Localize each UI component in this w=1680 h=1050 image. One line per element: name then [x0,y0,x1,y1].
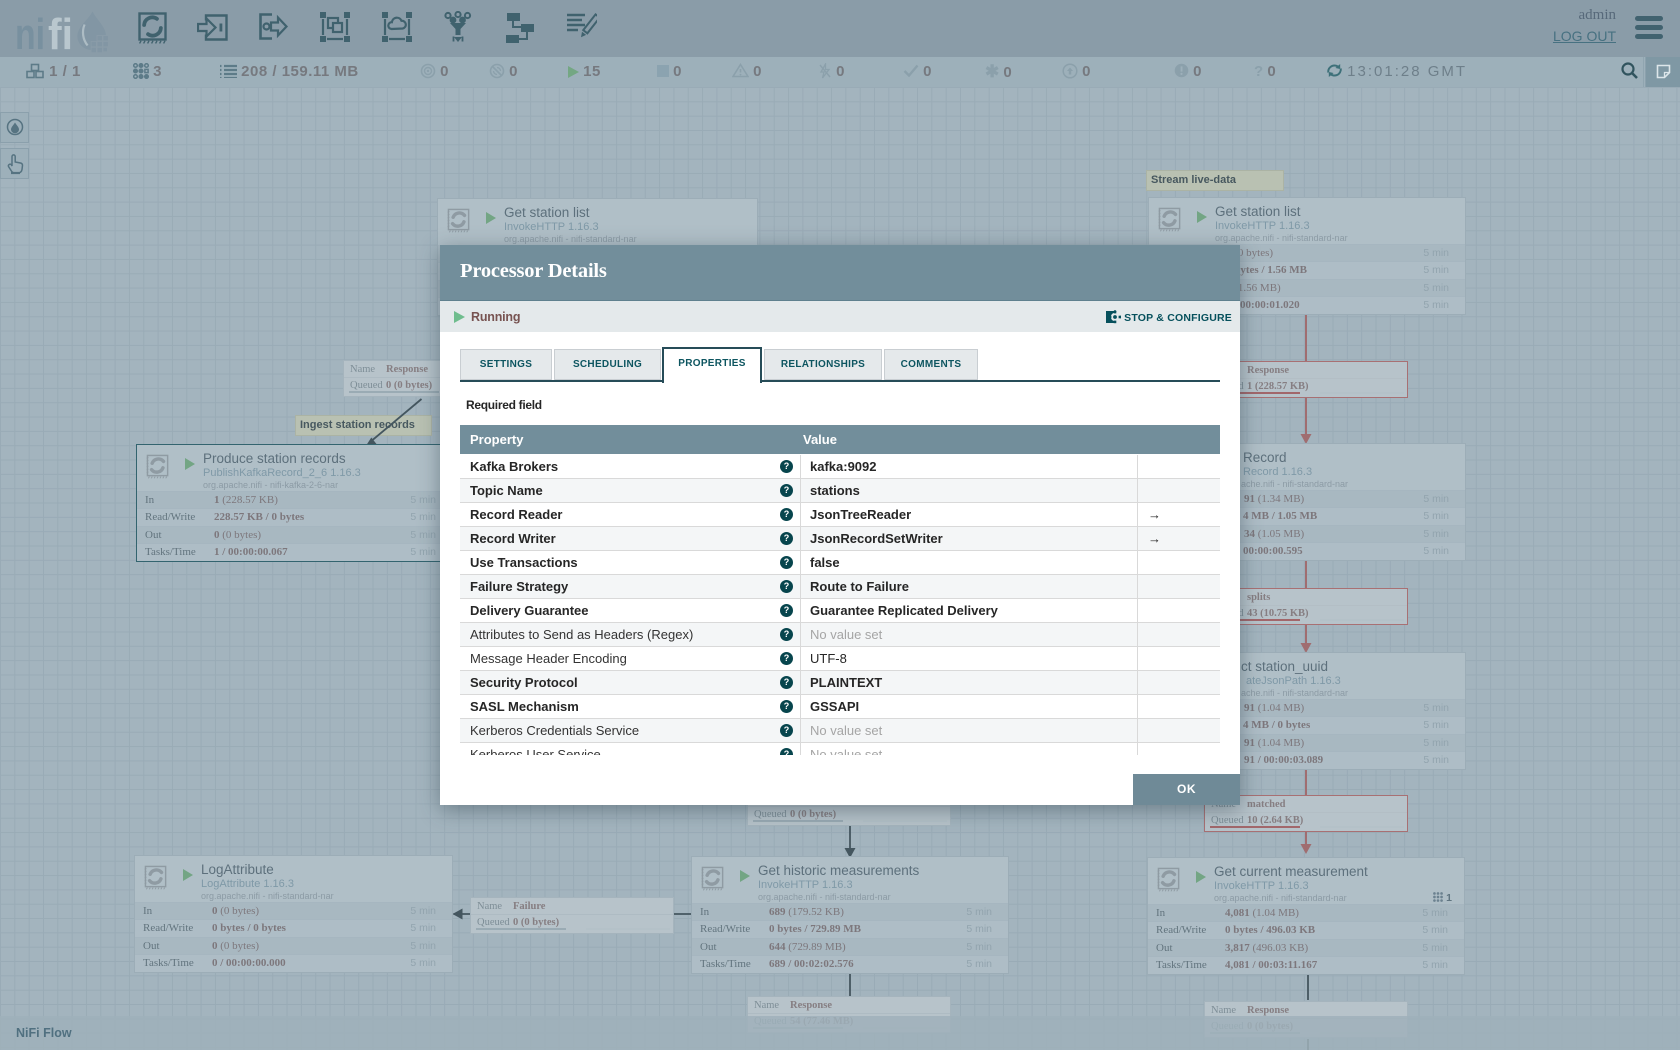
svg-text:fi: fi [48,10,73,56]
svg-text:ni: ni [15,10,45,56]
